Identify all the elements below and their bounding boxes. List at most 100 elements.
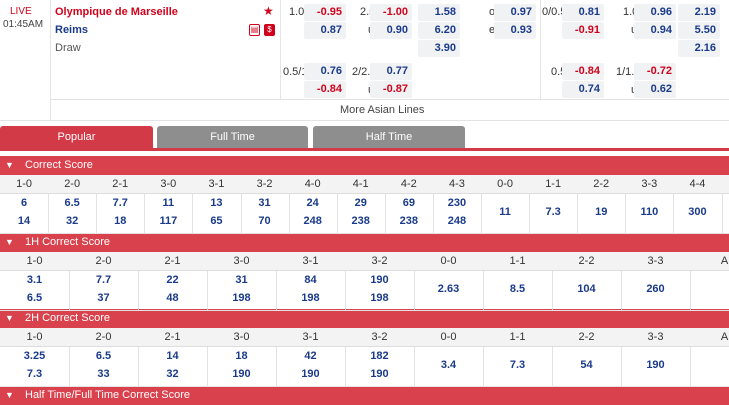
score-odd-draw[interactable]: 2.63 (414, 283, 483, 295)
score-odd-home[interactable]: 7.7 (69, 274, 138, 286)
score-odd-away[interactable]: 18 (96, 215, 144, 227)
score-odd-home[interactable]: 31 (207, 274, 276, 286)
hdp-away-odd[interactable]: 0.87 (304, 22, 346, 39)
ht-1x2-away-odd[interactable]: 5.50 (678, 22, 720, 39)
score-odd-home[interactable]: 3.25 (0, 350, 69, 362)
grid-line (577, 194, 579, 234)
grid-line (192, 194, 194, 234)
grid-line (138, 271, 139, 311)
score-odd-home[interactable]: 14 (138, 350, 207, 362)
section-htft-correct-score[interactable]: ▼ Half Time/Full Time Correct Score (0, 386, 729, 405)
ht-1x2-home-odd[interactable]: 2.19 (678, 4, 720, 21)
score-odd-away[interactable]: 248 (433, 215, 481, 227)
ou-over-odd[interactable]: -1.00 (370, 4, 412, 21)
score-odd-home[interactable]: 6.5 (48, 197, 96, 209)
score-odd-away[interactable]: 33 (69, 368, 138, 380)
hdp2-away-odd[interactable]: -0.84 (304, 81, 346, 98)
score-odd-away[interactable]: 238 (385, 215, 433, 227)
ht-hdp-away-odd[interactable]: -0.91 (562, 22, 604, 39)
grid-line (552, 347, 553, 387)
1x2-home-odd[interactable]: 1.58 (418, 4, 460, 21)
score-odd-draw[interactable]: 3.4 (414, 359, 483, 371)
ht-ou-under-odd[interactable]: 0.94 (634, 22, 676, 39)
score-odd-draw[interactable]: 8.5 (483, 283, 552, 295)
score-odd-away[interactable]: 198 (345, 292, 414, 304)
ou-under-odd[interactable]: 0.90 (370, 22, 412, 39)
more-asian-lines-link[interactable]: More Asian Lines (340, 104, 424, 116)
ht-ou2-over-odd[interactable]: -0.72 (634, 63, 676, 80)
ht-ou-over-odd[interactable]: 0.96 (634, 4, 676, 21)
score-odd-draw[interactable]: 7.3 (529, 206, 577, 218)
score-odd-home[interactable]: 7.7 (96, 197, 144, 209)
score-odd-away[interactable]: 198 (276, 292, 345, 304)
score-odd-draw[interactable]: 104 (552, 283, 621, 295)
score-odd-draw[interactable]: 260 (621, 283, 690, 295)
score-odd-home[interactable]: 11 (144, 197, 192, 209)
section-1h-correct-score[interactable]: ▼ 1H Correct Score (0, 233, 729, 252)
odd-odd[interactable]: 0.97 (494, 4, 536, 21)
score-odd-away[interactable]: 190 (207, 368, 276, 380)
score-odd-draw[interactable]: 110 (625, 206, 673, 218)
score-odd-away[interactable]: 65 (192, 215, 240, 227)
score-odd-draw[interactable]: 54 (552, 359, 621, 371)
score-odd-home[interactable]: 22 (138, 274, 207, 286)
ou2-over-odd[interactable]: 0.77 (370, 63, 412, 80)
even-odd[interactable]: 0.93 (494, 22, 536, 39)
score-odd-home[interactable]: 42 (276, 350, 345, 362)
tab-full-time[interactable]: Full Time (157, 126, 308, 148)
score-odd-draw[interactable]: 19 (577, 206, 625, 218)
away-team[interactable]: Reims (55, 24, 88, 36)
1x2-away-odd[interactable]: 6.20 (418, 22, 460, 39)
hdp-home-odd[interactable]: -0.95 (304, 4, 346, 21)
score-odd-away[interactable]: 190 (345, 368, 414, 380)
score-odd-away[interactable]: 7.3 (0, 368, 69, 380)
score-odd-away[interactable]: 32 (48, 215, 96, 227)
home-team[interactable]: Olympique de Marseille (55, 6, 178, 18)
score-odd-away[interactable]: 70 (241, 215, 289, 227)
score-odd-away[interactable]: 32 (138, 368, 207, 380)
score-odd-away[interactable]: 37 (69, 292, 138, 304)
score-odd-home[interactable]: 84 (276, 274, 345, 286)
score-odd-away[interactable]: 248 (289, 215, 337, 227)
section-correct-score[interactable]: ▼ Correct Score (0, 156, 729, 175)
score-odd-away[interactable]: 14 (0, 215, 48, 227)
score-odd-home[interactable]: 6 (0, 197, 48, 209)
score-odd-home[interactable]: 31 (241, 197, 289, 209)
score-odd-home[interactable]: 3.1 (0, 274, 69, 286)
score-odd-home[interactable]: 182 (345, 350, 414, 362)
score-odd-away[interactable]: 190 (276, 368, 345, 380)
score-odd-home[interactable]: 190 (345, 274, 414, 286)
tab-popular[interactable]: Popular (0, 126, 153, 148)
score-odd-home[interactable]: 29 (337, 197, 385, 209)
score-odd-away[interactable]: 6.5 (0, 292, 69, 304)
ht-ou2-under-odd[interactable]: 0.62 (634, 81, 676, 98)
score-odd-home[interactable]: 24 (289, 197, 337, 209)
dollar-icon[interactable]: $ (264, 24, 275, 36)
divider (50, 99, 729, 100)
1x2-draw-odd[interactable]: 3.90 (418, 40, 460, 57)
score-odd-away[interactable]: 198 (207, 292, 276, 304)
score-odd-away[interactable]: 117 (144, 215, 192, 227)
score-odd-home[interactable]: 13 (192, 197, 240, 209)
ht-1x2-draw-odd[interactable]: 2.16 (678, 40, 720, 57)
score-odd-home[interactable]: 6.5 (69, 350, 138, 362)
score-odd-draw[interactable]: 300 (673, 206, 721, 218)
score-odd-draw[interactable]: 11 (481, 206, 529, 218)
score-odd-home[interactable]: 69 (385, 197, 433, 209)
section-2h-correct-score[interactable]: ▼ 2H Correct Score (0, 309, 729, 328)
star-icon[interactable]: ★ (263, 4, 274, 18)
score-odd-home[interactable]: 18 (207, 350, 276, 362)
ou2-under-odd[interactable]: -0.87 (370, 81, 412, 98)
stats-icon[interactable]: ▤ (249, 24, 260, 36)
tab-half-time[interactable]: Half Time (313, 126, 465, 148)
ht-hdp-home-odd[interactable]: 0.81 (562, 4, 604, 21)
score-odd-home[interactable]: 230 (433, 197, 481, 209)
score-odd-draw[interactable]: 190 (621, 359, 690, 371)
score-odd-away[interactable]: 238 (337, 215, 385, 227)
score-odd-away[interactable]: 48 (138, 292, 207, 304)
ht-hdp2-home-odd[interactable]: -0.84 (562, 63, 604, 80)
score-header-cell: 0-0 (497, 178, 513, 190)
score-odd-draw[interactable]: 7.3 (483, 359, 552, 371)
ht-hdp2-away-odd[interactable]: 0.74 (562, 81, 604, 98)
hdp2-home-odd[interactable]: 0.76 (304, 63, 346, 80)
